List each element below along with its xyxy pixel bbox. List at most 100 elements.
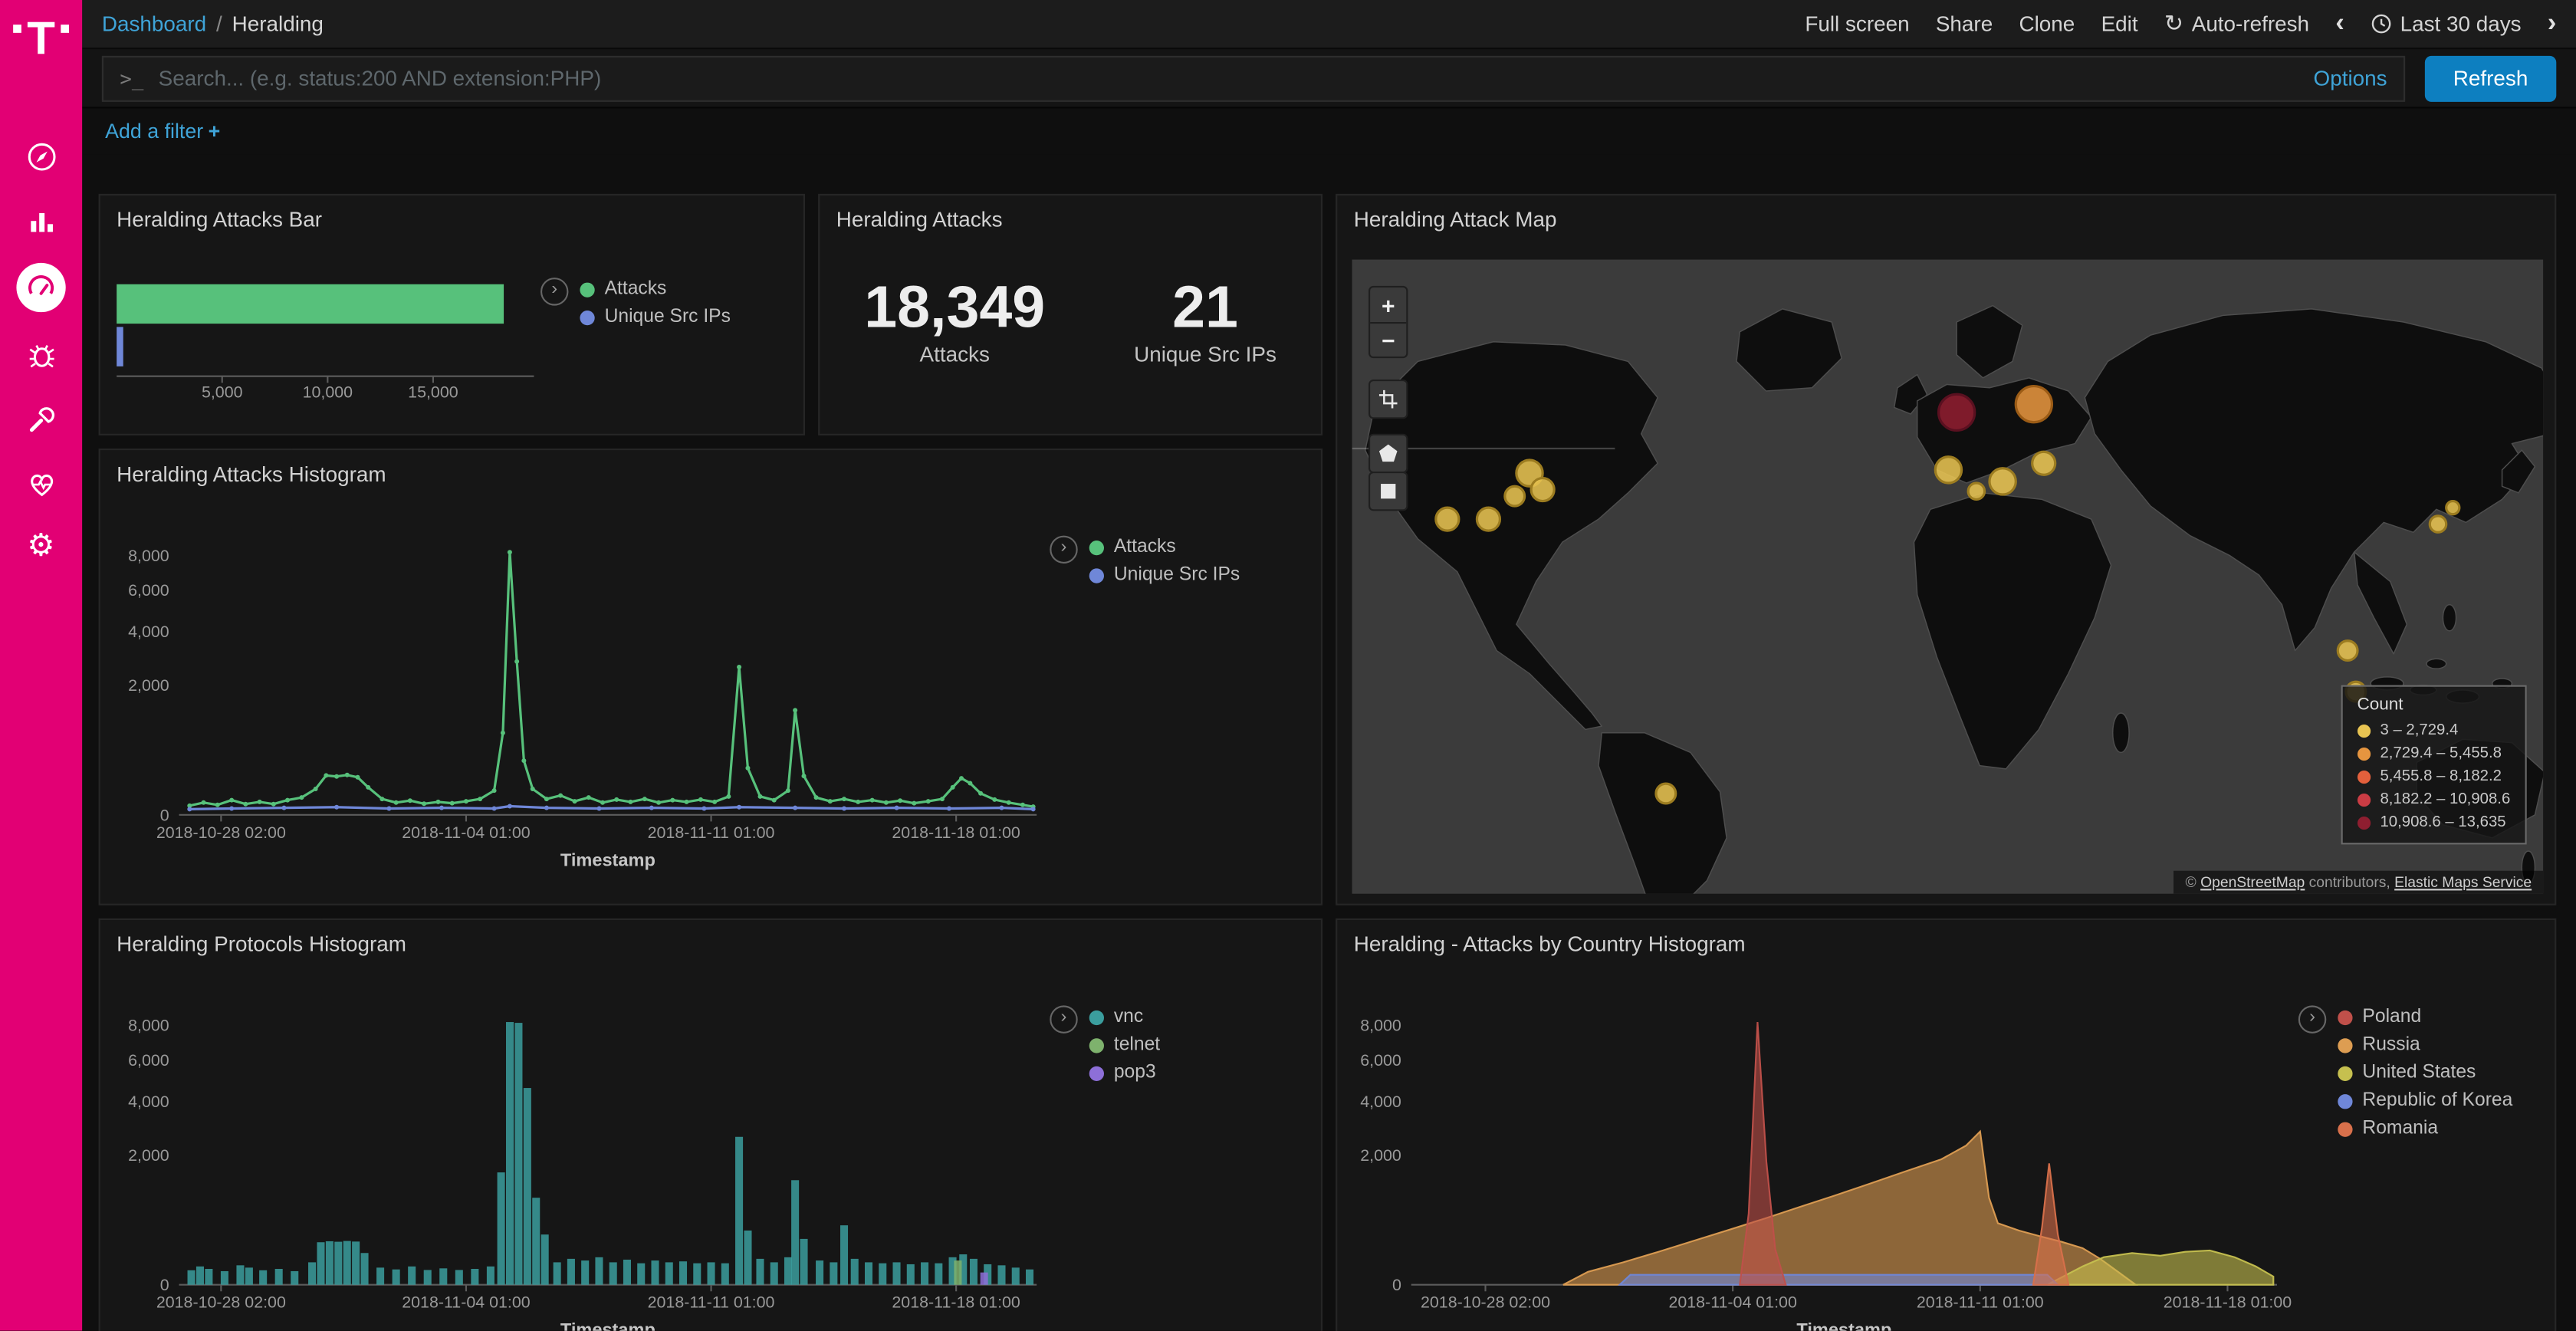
compass-icon (24, 139, 58, 173)
svg-text:Timestamp: Timestamp (560, 850, 656, 869)
edit-button[interactable]: Edit (2101, 12, 2138, 36)
legend-color-dot (2338, 1037, 2352, 1052)
legend-label: pop3 (1114, 1063, 1156, 1083)
legend-color-dot (2357, 816, 2370, 829)
map-legend-item: 2,729.4 – 5,455.8 (2357, 744, 2510, 763)
sidebar: T ⚙ (0, 0, 82, 1331)
svg-text:15,000: 15,000 (408, 383, 458, 402)
metric-unique-src-ips: 21 Unique Src IPs (1134, 274, 1276, 366)
legend-collapse-icon[interactable]: › (540, 278, 568, 305)
world-map[interactable]: + − Count 3 – 2,729.4 2,729.4 – 5,455.8 … (1352, 260, 2544, 894)
zoom-out-button[interactable]: − (1370, 322, 1406, 357)
legend-label: 2,729.4 – 5,455.8 (2380, 744, 2502, 763)
query-bar: >_ Search... (e.g. status:200 AND extens… (82, 49, 2576, 108)
nav-actions: Full screen Share Clone Edit ↻ Auto-refr… (1805, 10, 2556, 38)
svg-text:2018-11-11 01:00: 2018-11-11 01:00 (648, 1293, 775, 1312)
legend-label: Unique Src IPs (1114, 565, 1240, 585)
svg-text:2018-11-18 01:00: 2018-11-18 01:00 (892, 1293, 1020, 1312)
map-zoom-controls: + − (1368, 286, 1408, 358)
svg-text:0: 0 (1392, 1276, 1401, 1294)
legend-collapse-icon[interactable]: › (2298, 1005, 2326, 1033)
plus-icon: + (209, 120, 221, 143)
add-filter-link[interactable]: Add a filter+ (105, 120, 220, 143)
time-forward-chevron-icon[interactable]: › (2548, 12, 2556, 35)
panel-attacks-metric: Heralding Attacks 18,349 Attacks 21 Uniq… (818, 194, 1322, 435)
svg-text:0: 0 (160, 1276, 169, 1294)
svg-text:2,000: 2,000 (128, 676, 169, 695)
svg-text:0: 0 (160, 806, 169, 824)
openstreetmap-link[interactable]: OpenStreetMap (2200, 874, 2305, 890)
sidebar-item-monitoring[interactable] (20, 462, 63, 504)
rectangle-filter-button[interactable] (1368, 472, 1408, 511)
zoom-in-button[interactable]: + (1370, 288, 1406, 322)
svg-text:2018-11-11 01:00: 2018-11-11 01:00 (648, 823, 775, 842)
legend-item[interactable]: Attacks (580, 279, 731, 299)
time-back-chevron-icon[interactable]: ‹ (2335, 12, 2344, 35)
svg-text:8,000: 8,000 (128, 1017, 169, 1035)
map-legend-item: 5,455.8 – 8,182.2 (2357, 767, 2510, 786)
time-range-picker[interactable]: Last 30 days (2371, 12, 2522, 36)
legend-item[interactable]: Republic of Korea (2338, 1091, 2512, 1111)
svg-text:2018-11-04 01:00: 2018-11-04 01:00 (402, 1293, 531, 1312)
svg-text:6,000: 6,000 (128, 1051, 169, 1070)
svg-text:4,000: 4,000 (128, 623, 169, 641)
legend-item[interactable]: Unique Src IPs (1089, 565, 1240, 585)
sidebar-item-settings[interactable]: ⚙ (20, 526, 63, 569)
breadcrumb-dashboard-link[interactable]: Dashboard (102, 12, 206, 36)
spatial-filter-button[interactable] (1368, 380, 1408, 419)
legend-label: Romania (2362, 1119, 2438, 1139)
sidebar-item-tools[interactable] (20, 398, 63, 441)
legend-item[interactable]: Russia (2338, 1035, 2512, 1055)
legend-color-dot (1089, 1066, 1104, 1080)
legend-item[interactable]: telnet (1089, 1035, 1160, 1055)
legend-item[interactable]: Unique Src IPs (580, 307, 731, 327)
metric-value: 21 (1134, 274, 1276, 340)
query-options-link[interactable]: Options (2314, 66, 2387, 90)
full-screen-button[interactable]: Full screen (1805, 12, 1909, 36)
legend-collapse-icon[interactable]: › (1050, 1005, 1077, 1033)
legend-collapse-icon[interactable]: › (1050, 536, 1077, 564)
attacks-bar-chart[interactable]: 5,00010,00015,000 (104, 238, 550, 409)
chart-legend: › Attacks Unique Src IPs (540, 278, 731, 327)
map-attribution: © OpenStreetMap contributors, Elastic Ma… (2174, 871, 2544, 894)
legend-item[interactable]: Romania (2338, 1119, 2512, 1139)
legend-color-dot (2338, 1122, 2352, 1136)
logo-dot-right (60, 25, 68, 33)
svg-text:4,000: 4,000 (1360, 1093, 1401, 1111)
chart-legend: › vnc telnet pop3 (1050, 1005, 1160, 1083)
bar-chart-icon (24, 203, 58, 238)
elastic-maps-link[interactable]: Elastic Maps Service (2394, 874, 2532, 890)
sidebar-item-visualize[interactable] (20, 199, 63, 242)
search-input[interactable]: >_ Search... (e.g. status:200 AND extens… (102, 55, 2405, 101)
legend-item[interactable]: pop3 (1089, 1063, 1160, 1083)
legend-color-dot (2357, 793, 2370, 806)
legend-label: Republic of Korea (2362, 1091, 2512, 1111)
legend-item[interactable]: vnc (1089, 1007, 1160, 1027)
telekom-logo[interactable]: T (0, 0, 82, 92)
metric-value: 18,349 (864, 274, 1045, 340)
sidebar-item-dashboard[interactable] (16, 263, 65, 312)
bug-icon (24, 337, 58, 372)
sidebar-item-discover[interactable] (20, 135, 63, 178)
svg-text:Timestamp: Timestamp (560, 1319, 656, 1331)
legend-item[interactable]: Attacks (1089, 537, 1240, 557)
legend-label: United States (2362, 1063, 2476, 1083)
map-legend-title: Count (2357, 695, 2510, 715)
legend-item[interactable]: United States (2338, 1063, 2512, 1083)
map-count-legend: Count 3 – 2,729.4 2,729.4 – 5,455.8 5,45… (2341, 685, 2527, 845)
svg-text:10,000: 10,000 (303, 383, 353, 402)
sidebar-item-honeypot[interactable] (20, 334, 63, 376)
legend-label: Poland (2362, 1007, 2421, 1027)
legend-item[interactable]: Poland (2338, 1007, 2512, 1027)
refresh-button[interactable]: Refresh (2425, 55, 2556, 101)
clone-button[interactable]: Clone (2019, 12, 2075, 36)
polygon-filter-button[interactable] (1368, 434, 1408, 473)
share-button[interactable]: Share (1936, 12, 1993, 36)
logo-letter: T (27, 20, 55, 59)
svg-text:2018-11-04 01:00: 2018-11-04 01:00 (402, 823, 531, 842)
svg-text:4,000: 4,000 (128, 1093, 169, 1111)
legend-label: 8,182.2 – 10,908.6 (2380, 790, 2510, 809)
svg-text:6,000: 6,000 (1360, 1051, 1401, 1070)
auto-refresh-button[interactable]: ↻ Auto-refresh (2164, 10, 2309, 38)
svg-text:2018-11-11 01:00: 2018-11-11 01:00 (1917, 1293, 2044, 1312)
